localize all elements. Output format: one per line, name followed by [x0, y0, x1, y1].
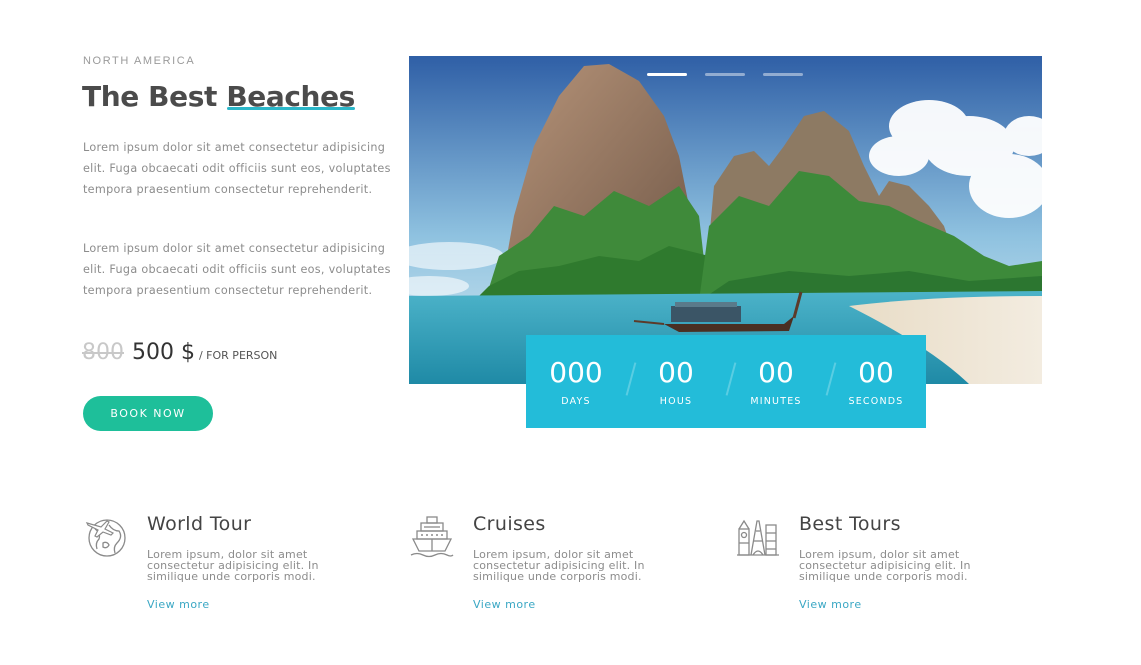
countdown-hours: 00 HOUS [626, 335, 737, 428]
landmarks-icon [737, 519, 779, 556]
slide-dot-1[interactable] [647, 73, 687, 76]
page-title: The Best Beaches [82, 80, 355, 113]
countdown-days: 000 DAYS [526, 335, 637, 428]
slide-dot-3[interactable] [763, 73, 803, 76]
countdown-label: DAYS [561, 396, 591, 407]
feature-title: Best Tours [799, 513, 901, 535]
view-more-link[interactable]: View more [147, 598, 210, 611]
title-highlight: Beaches [226, 80, 355, 113]
countdown-value: 00 [658, 356, 694, 389]
countdown-label: SECONDS [848, 396, 904, 407]
view-more-link[interactable]: View more [799, 598, 862, 611]
book-now-button[interactable]: BOOK NOW [83, 396, 213, 431]
title-prefix: The Best [82, 80, 227, 113]
countdown-value: 000 [549, 356, 603, 389]
globe-plane-icon [85, 519, 126, 557]
view-more-link[interactable]: View more [473, 598, 536, 611]
region-label: NORTH AMERICA [83, 55, 196, 67]
countdown-timer: 000 DAYS 00 HOUS 00 MINUTES 00 SECONDS [526, 335, 926, 428]
old-price: 800 [82, 340, 124, 365]
price-unit: / FOR PERSON [198, 349, 278, 362]
price: 800 500 $ / FOR PERSON [82, 340, 277, 365]
feature-title: Cruises [473, 513, 546, 535]
countdown-label: HOUS [659, 396, 693, 407]
slider-pagination [647, 73, 803, 76]
countdown-value: 00 [758, 356, 794, 389]
new-price: 500 $ [132, 340, 195, 365]
countdown-value: 00 [858, 356, 894, 389]
slide-dot-2[interactable] [705, 73, 745, 76]
feature-title: World Tour [147, 513, 252, 535]
page: NORTH AMERICA The Best Beaches Lorem ips… [0, 0, 1141, 665]
intro-paragraph-2: Lorem ipsum dolor sit amet consectetur a… [83, 242, 391, 297]
countdown-seconds: 00 SECONDS [826, 335, 926, 428]
feature-text: Lorem ipsum, dolor sit amet consectetur … [799, 548, 971, 583]
feature-text: Lorem ipsum, dolor sit amet consectetur … [147, 548, 319, 583]
intro-paragraph-1: Lorem ipsum dolor sit amet consectetur a… [83, 141, 391, 196]
countdown-label: MINUTES [750, 396, 802, 407]
countdown-minutes: 00 MINUTES [726, 335, 837, 428]
feature-text: Lorem ipsum, dolor sit amet consectetur … [473, 548, 645, 583]
cruise-ship-icon [410, 516, 454, 558]
